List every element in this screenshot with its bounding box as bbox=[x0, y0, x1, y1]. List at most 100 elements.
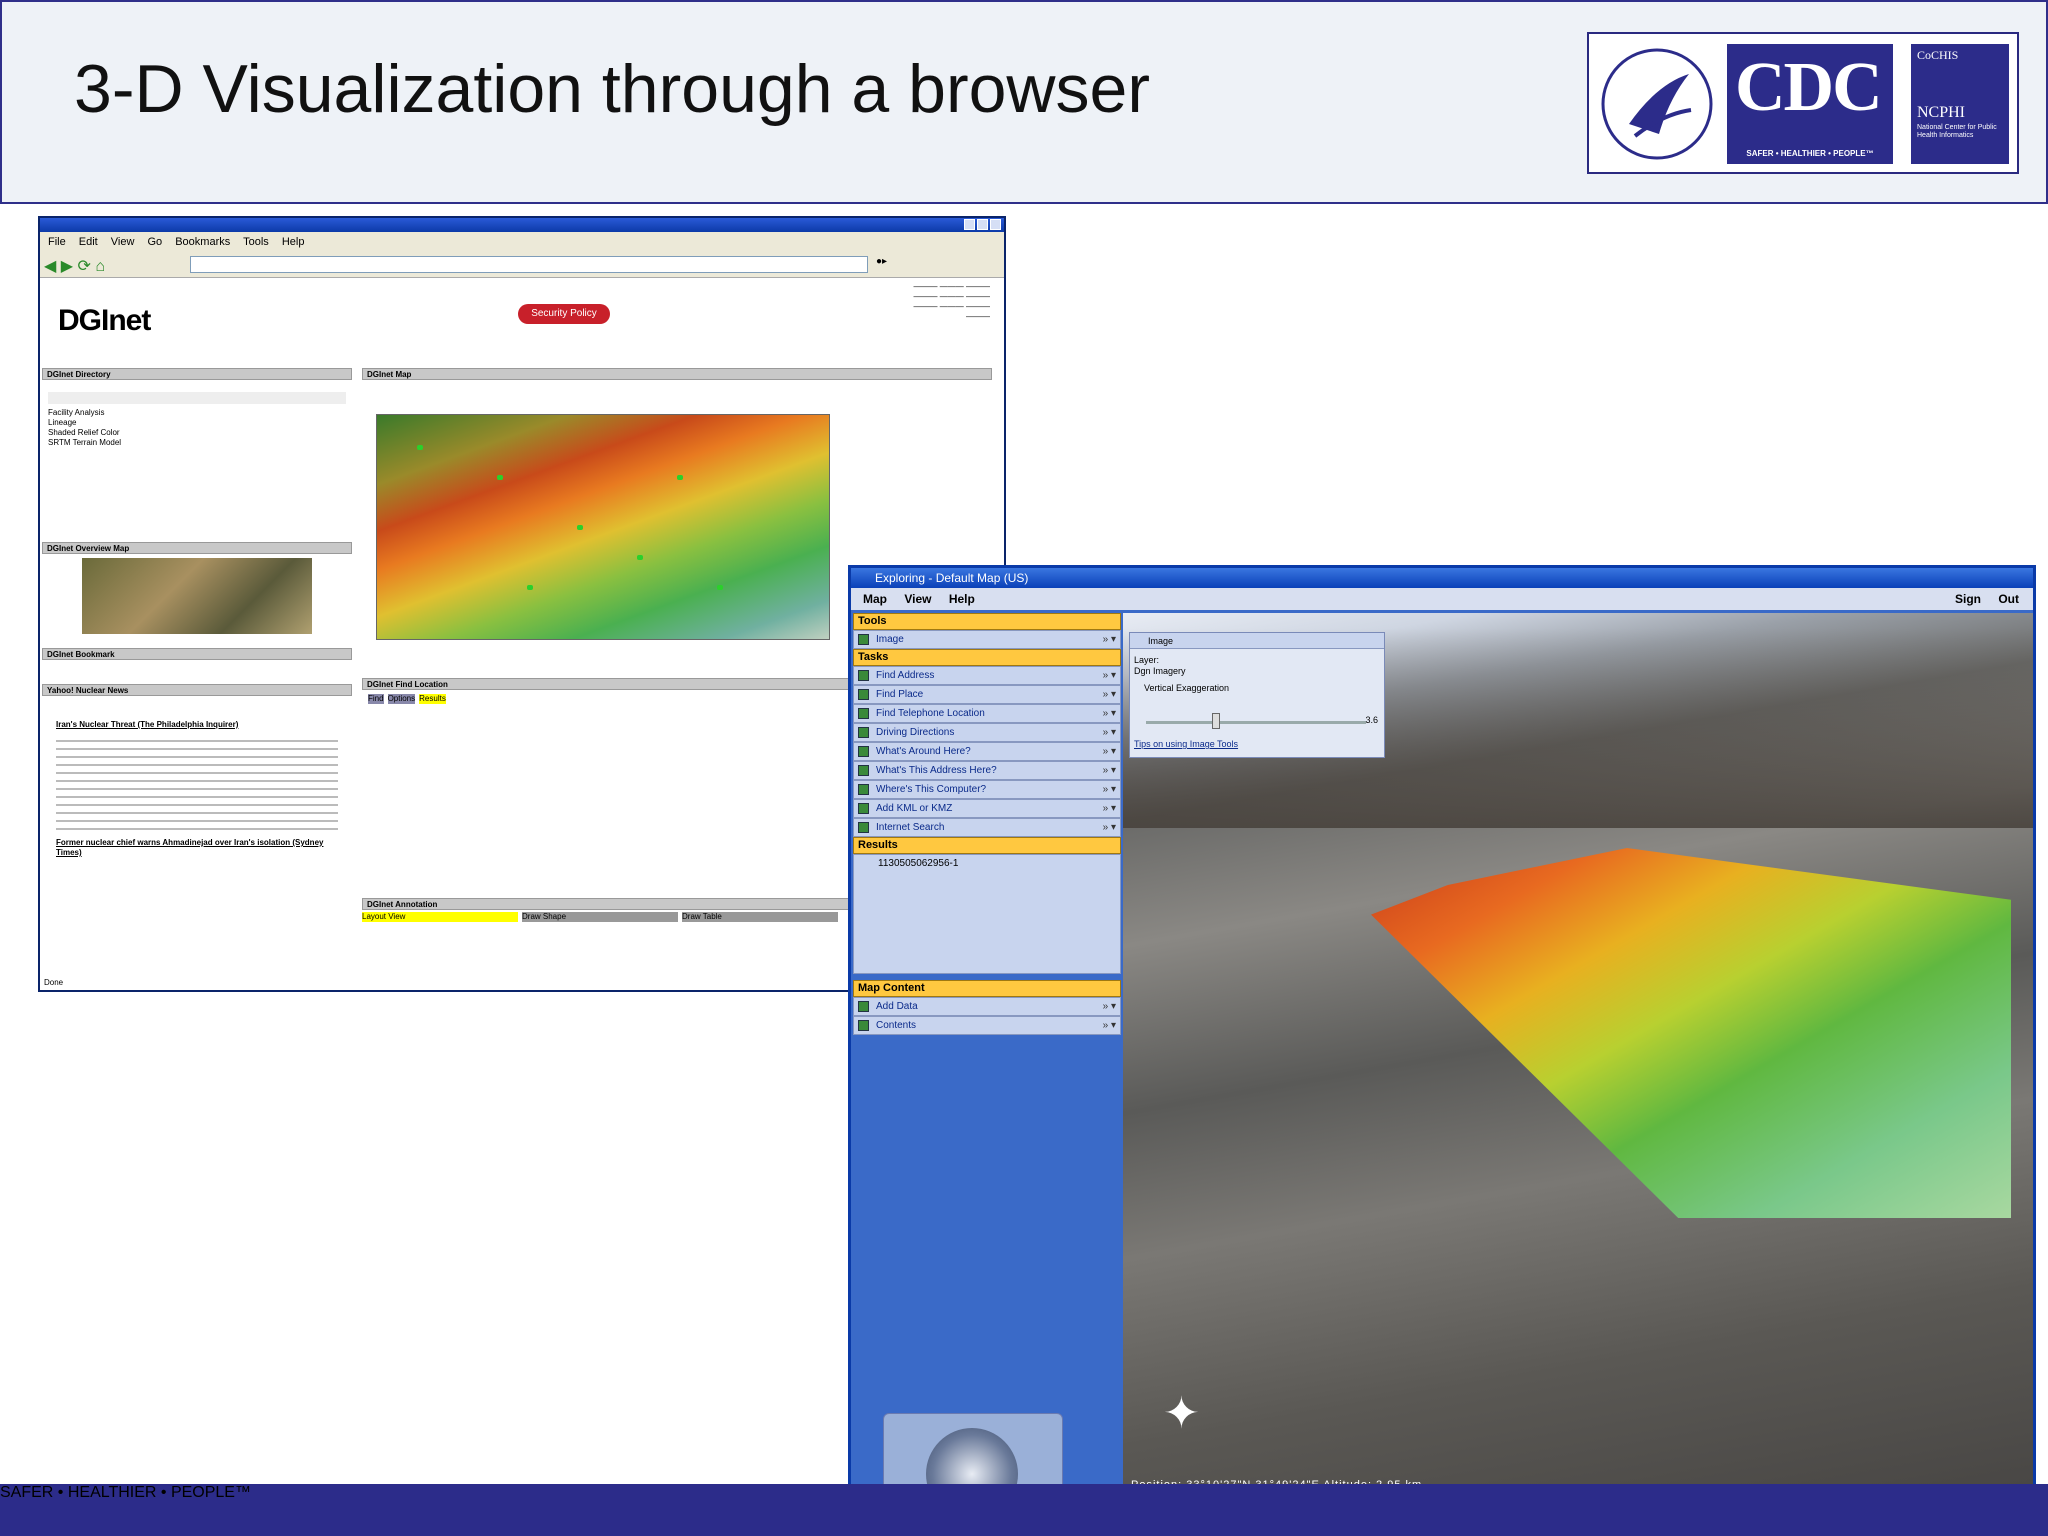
tab-results[interactable]: Results bbox=[419, 694, 446, 704]
map-point[interactable] bbox=[417, 445, 423, 450]
cdc-text: CDC bbox=[1735, 49, 1883, 126]
cdc-logo: CDC SAFER • HEALTHIER • PEOPLE™ CoCHIS N… bbox=[1587, 32, 2019, 174]
map-point[interactable] bbox=[717, 585, 723, 590]
map-content-header[interactable]: Map Content bbox=[853, 980, 1121, 997]
welcome-panel: ——— ——— ——— ——— ——— ——— ——— ——— ——— ——— bbox=[913, 282, 990, 321]
image-tool-popup: Image Layer: Dgn Imagery Vertical Exagge… bbox=[1129, 632, 1385, 758]
dginet-map[interactable] bbox=[376, 414, 830, 640]
overview-header: DGInet Overview Map bbox=[42, 542, 352, 554]
task-sidebar: Tools Image» ▾ Tasks Find Address» ▾ Fin… bbox=[853, 613, 1121, 1490]
map-header: DGInet Map bbox=[362, 368, 992, 380]
maximize-icon[interactable] bbox=[977, 219, 988, 230]
window-controls[interactable] bbox=[964, 219, 1001, 230]
tab-find[interactable]: Find bbox=[368, 694, 384, 704]
news-panel: Yahoo! Nuclear News Iran's Nuclear Threa… bbox=[42, 684, 352, 882]
task-whats-around[interactable]: What's Around Here?» ▾ bbox=[853, 742, 1121, 761]
directions-icon bbox=[858, 727, 869, 738]
search-field[interactable] bbox=[48, 392, 346, 404]
footer-tagline: SAFER • HEALTHIER • PEOPLE™ bbox=[0, 1484, 2048, 1536]
slide-header: 3-D Visualization through a browser CDC … bbox=[0, 0, 2048, 204]
results-list: 1130505062956-1 bbox=[853, 854, 1121, 974]
security-policy-button[interactable]: Security Policy bbox=[518, 304, 610, 324]
map-panel: DGInet Map bbox=[362, 368, 992, 380]
add-icon bbox=[858, 1001, 869, 1012]
layers-icon bbox=[858, 1020, 869, 1031]
image-icon bbox=[858, 634, 869, 645]
news-item[interactable]: Iran's Nuclear Threat (The Philadelphia … bbox=[56, 720, 338, 730]
map-icon bbox=[858, 689, 869, 700]
exaggeration-slider[interactable] bbox=[1146, 721, 1366, 724]
overview-map[interactable] bbox=[82, 558, 312, 634]
computer-icon bbox=[858, 784, 869, 795]
tab-draw-table[interactable]: Draw Table bbox=[682, 912, 838, 922]
navigation-control[interactable] bbox=[883, 1413, 1063, 1490]
directory-header: DGInet Directory bbox=[42, 368, 352, 380]
news-item[interactable]: Former nuclear chief warns Ahmadinejad o… bbox=[56, 838, 338, 858]
map-point[interactable] bbox=[527, 585, 533, 590]
layer-item[interactable]: SRTM Terrain Model bbox=[48, 438, 346, 448]
map-icon bbox=[858, 670, 869, 681]
menu-map[interactable]: Map bbox=[863, 592, 887, 606]
browser-menubar[interactable]: File Edit View Go Bookmarks Tools Help bbox=[40, 232, 1004, 252]
task-wheres-computer[interactable]: Where's This Computer?» ▾ bbox=[853, 780, 1121, 799]
tool-image[interactable]: Image» ▾ bbox=[853, 630, 1121, 649]
tab-options[interactable]: Options bbox=[387, 694, 416, 704]
popup-title: Image bbox=[1130, 633, 1384, 649]
search-icon bbox=[858, 746, 869, 757]
minimize-icon[interactable] bbox=[964, 219, 975, 230]
slide-title: 3-D Visualization through a browser bbox=[74, 51, 1150, 127]
tab-draw-shape[interactable]: Draw Shape bbox=[522, 912, 678, 922]
exaggeration-value: 3.6 bbox=[1365, 715, 1378, 725]
map-point[interactable] bbox=[577, 525, 583, 530]
ncphi-label: NCPHI bbox=[1917, 104, 1966, 121]
task-whats-address[interactable]: What's This Address Here?» ▾ bbox=[853, 761, 1121, 780]
go-button[interactable]: ●▸ bbox=[876, 256, 887, 267]
tab-layout-view[interactable]: Layout View bbox=[362, 912, 518, 922]
exaggeration-label: Vertical Exaggeration bbox=[1144, 683, 1230, 693]
north-arrow-icon: ✦ bbox=[1163, 1389, 1200, 1438]
map-point[interactable] bbox=[637, 555, 643, 560]
layer-item[interactable]: Facility Analysis bbox=[48, 408, 346, 418]
task-add-kml[interactable]: Add KML or KMZ» ▾ bbox=[853, 799, 1121, 818]
layer-item[interactable]: Shaded Relief Color bbox=[48, 428, 346, 438]
menu-help[interactable]: Help bbox=[949, 592, 975, 606]
pin-icon bbox=[858, 765, 869, 776]
address-bar[interactable] bbox=[190, 256, 868, 273]
chevron-icon: » ▾ bbox=[1102, 634, 1116, 645]
layer-item[interactable]: Lineage bbox=[48, 418, 346, 428]
contents-item[interactable]: Contents» ▾ bbox=[853, 1016, 1121, 1035]
explorer-window: Exploring - Default Map (US) Map View He… bbox=[848, 565, 2036, 1493]
task-find-telephone[interactable]: Find Telephone Location» ▾ bbox=[853, 704, 1121, 723]
dginet-logo: DGInet bbox=[58, 304, 151, 337]
news-header: Yahoo! Nuclear News bbox=[42, 684, 352, 696]
overview-panel: DGInet Overview Map bbox=[42, 542, 352, 554]
layer-list: Facility Analysis Lineage Shaded Relief … bbox=[42, 380, 352, 456]
center-box: CoCHIS NCPHI National Center for Public … bbox=[1911, 44, 2009, 164]
task-internet-search[interactable]: Internet Search» ▾ bbox=[853, 818, 1121, 837]
ncphi-full: National Center for Public Health Inform… bbox=[1917, 124, 1997, 139]
map-point[interactable] bbox=[497, 475, 503, 480]
task-find-place[interactable]: Find Place» ▾ bbox=[853, 685, 1121, 704]
results-header[interactable]: Results bbox=[853, 837, 1121, 854]
layer-value[interactable]: Dgn Imagery bbox=[1134, 666, 1380, 677]
result-item[interactable]: 1130505062956-1 bbox=[878, 858, 1120, 869]
add-icon bbox=[858, 803, 869, 814]
add-data-item[interactable]: Add Data» ▾ bbox=[853, 997, 1121, 1016]
tips-link[interactable]: Tips on using Image Tools bbox=[1134, 739, 1238, 749]
tools-header[interactable]: Tools bbox=[853, 613, 1121, 630]
back-forward-icon[interactable]: ◀ ▶ ⟳ ⌂ bbox=[44, 256, 105, 276]
slider-handle[interactable] bbox=[1212, 713, 1220, 729]
hhs-seal-icon bbox=[1601, 48, 1713, 160]
tasks-header[interactable]: Tasks bbox=[853, 649, 1121, 666]
bookmark-panel: DGInet Bookmark bbox=[42, 648, 352, 660]
map-point[interactable] bbox=[677, 475, 683, 480]
sign-out-link[interactable]: Sign Out bbox=[1955, 588, 2019, 610]
browser-toolbar: ◀ ▶ ⟳ ⌂ ●▸ bbox=[40, 252, 1004, 278]
layer-label: Layer: bbox=[1134, 655, 1160, 665]
menu-view[interactable]: View bbox=[904, 592, 931, 606]
cdc-box: CDC SAFER • HEALTHIER • PEOPLE™ bbox=[1727, 44, 1893, 164]
task-driving-directions[interactable]: Driving Directions» ▾ bbox=[853, 723, 1121, 742]
close-icon[interactable] bbox=[990, 219, 1001, 230]
task-find-address[interactable]: Find Address» ▾ bbox=[853, 666, 1121, 685]
cdc-tagline: SAFER • HEALTHIER • PEOPLE™ bbox=[1746, 149, 1874, 158]
